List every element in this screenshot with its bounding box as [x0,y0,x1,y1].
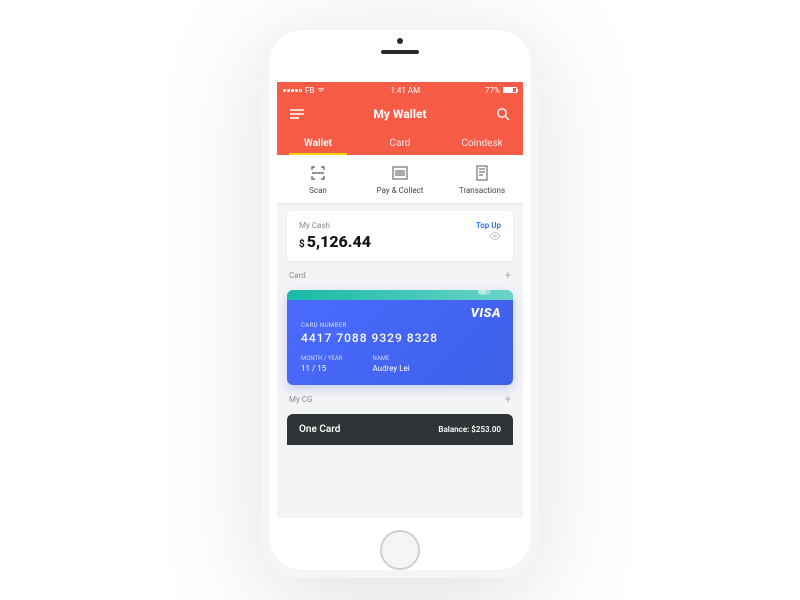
battery-pct: 77% [485,86,500,95]
page-title: My Wallet [373,107,426,121]
card-brand: VISA [471,306,501,321]
wifi-icon [317,87,325,93]
visibility-toggle[interactable] [476,232,501,242]
header: My Wallet Wallet Card Coindesk [277,98,523,155]
cash-label: My Cash [299,221,371,230]
phone-frame: FB 1:41 AM 77% My Wallet [261,22,539,578]
battery-icon [503,87,517,93]
tab-wallet[interactable]: Wallet [277,130,359,155]
phone-inner: FB 1:41 AM 77% My Wallet [269,30,531,570]
content: My Cash $5,126.44 Top Up [277,203,523,518]
carrier-label: FB [305,86,314,95]
hamburger-icon [290,109,304,119]
barcode-icon [363,165,437,181]
card-expiry: MONTH / YEAR 11 / 15 [301,355,343,373]
cg-section-header: My CG + [287,393,513,406]
receipt-icon [445,165,519,181]
scan-icon [281,165,355,181]
tab-card[interactable]: Card [359,130,441,155]
one-card[interactable]: One Card Balance: $253.00 [287,414,513,445]
onecard-title: One Card [299,424,340,435]
action-label: Transactions [445,186,519,195]
card-number-label: CARD NUMBER [301,322,499,329]
topup-link[interactable]: Top Up [476,221,501,230]
card-section-header: Card + [287,269,513,282]
my-cash-card: My Cash $5,126.44 Top Up [287,211,513,261]
card-body: VISA CARD NUMBER 4417 7088 9329 8328 MON… [287,300,513,385]
credit-card[interactable]: VISA CARD NUMBER 4417 7088 9329 8328 MON… [287,290,513,385]
currency-symbol: $ [299,239,305,250]
status-left: FB [283,86,325,95]
name-label: NAME [373,355,410,362]
name-value: Audrey Lei [373,364,410,373]
action-label: Pay & Collect [363,186,437,195]
tab-coindesk[interactable]: Coindesk [441,130,523,155]
action-scan[interactable]: Scan [277,155,359,203]
action-pay-collect[interactable]: Pay & Collect [359,155,441,203]
screen: FB 1:41 AM 77% My Wallet [277,82,523,518]
cash-amount: $5,126.44 [299,232,371,251]
action-transactions[interactable]: Transactions [441,155,523,203]
expiry-label: MONTH / YEAR [301,355,343,362]
phone-device: FB 1:41 AM 77% My Wallet [261,22,539,578]
card-number: 4417 7088 9329 8328 [301,331,499,345]
status-right: 77% [485,86,517,95]
add-cg-button[interactable]: + [505,393,511,406]
home-button[interactable] [380,530,420,570]
card-holder: NAME Audrey Lei [373,355,410,373]
eye-icon [489,232,501,240]
onecard-balance: Balance: $253.00 [438,425,501,434]
tabs: Wallet Card Coindesk [277,130,523,155]
card-section-label: Card [289,271,306,280]
status-time: 1:41 AM [390,86,420,95]
cash-value: 5,126.44 [307,232,371,251]
expiry-value: 11 / 15 [301,364,343,373]
status-bar: FB 1:41 AM 77% [277,82,523,98]
search-button[interactable] [495,106,511,122]
search-icon [496,107,510,121]
quick-actions: Scan Pay & Collect Transactions [277,155,523,203]
card-strip [287,290,513,300]
add-card-button[interactable]: + [505,269,511,282]
phone-speaker [381,50,419,54]
mastercard-icon [478,290,491,295]
signal-icon [283,89,302,92]
phone-camera [397,38,403,44]
menu-button[interactable] [289,106,305,122]
cg-section-label: My CG [289,395,312,404]
action-label: Scan [281,186,355,195]
